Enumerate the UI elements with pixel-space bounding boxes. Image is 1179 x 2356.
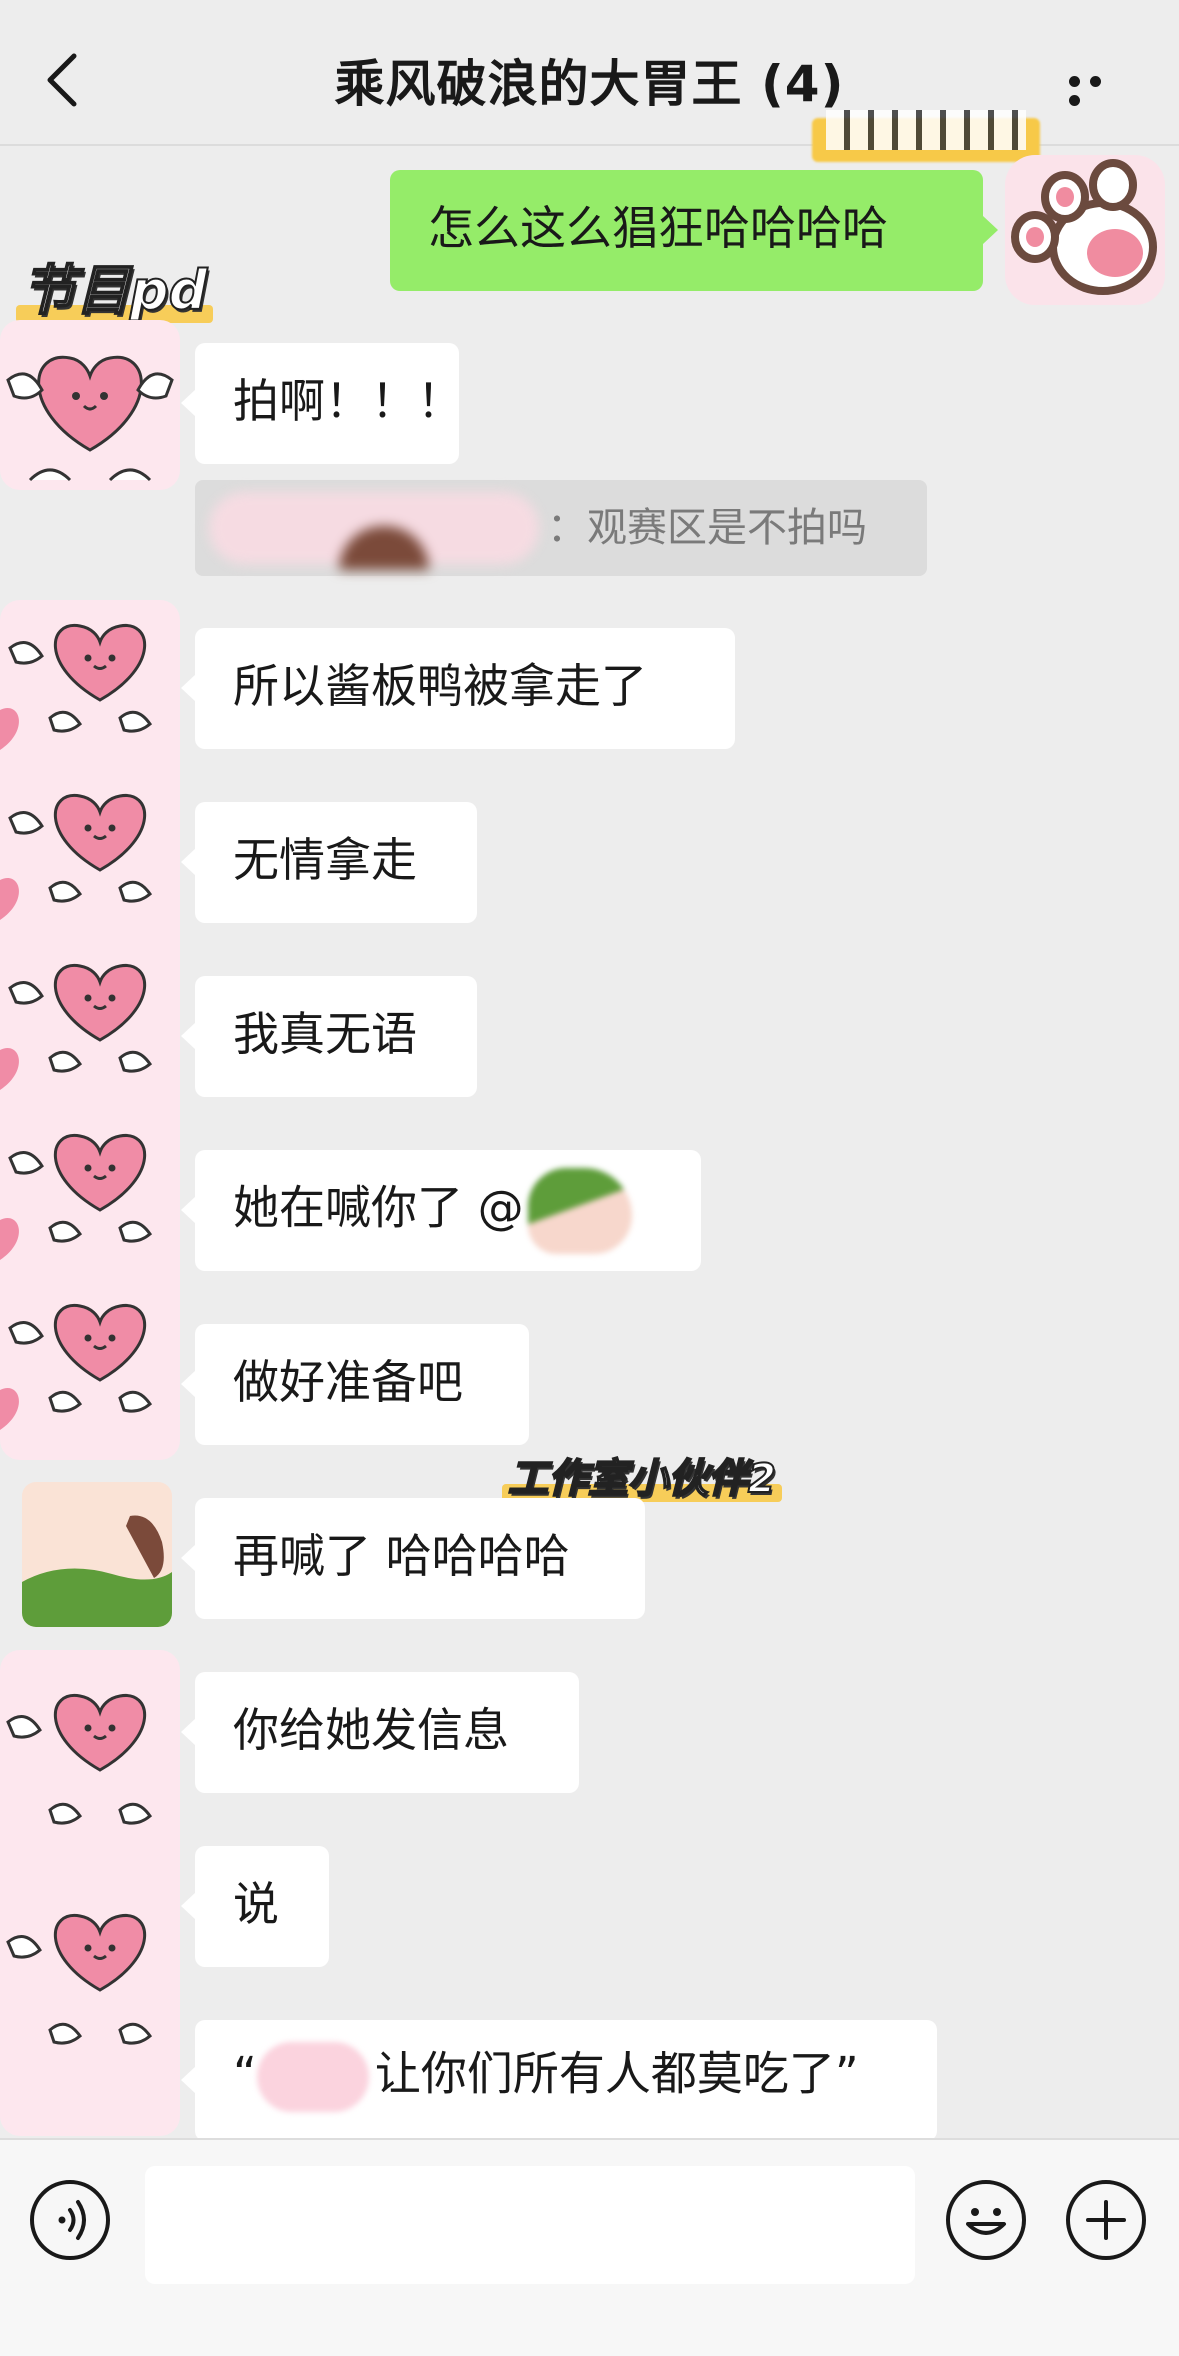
incoming-message[interactable]: 我真无语: [181, 976, 477, 1097]
chat-title: 乘风破浪的大胃王 (4): [334, 55, 845, 113]
quoted-reply[interactable]: ：观赛区是不拍吗: [195, 480, 927, 576]
sender-avatar-strip[interactable]: [0, 600, 180, 1460]
more-icon[interactable]: [1069, 72, 1129, 106]
message-text: 再喊了 哈哈哈哈: [233, 1529, 570, 1583]
emoji-icon[interactable]: [946, 2180, 1026, 2260]
pd-avatar[interactable]: [0, 320, 180, 490]
quoted-reply-text: ：观赛区是不拍吗: [547, 505, 867, 551]
incoming-message[interactable]: 说: [181, 1846, 329, 1967]
incoming-message[interactable]: 无情拿走: [181, 802, 477, 923]
my-avatar[interactable]: [1005, 155, 1165, 305]
message-text: 无情拿走: [233, 833, 417, 887]
message-input[interactable]: [145, 2166, 915, 2284]
message-text-open-quote: “: [233, 2046, 257, 2101]
message-text: 让你们所有人都莫吃了”: [374, 2046, 859, 2101]
sticker-label-partner-text: 工作室小伙伴2: [507, 1455, 777, 1503]
message-text: 所以酱板鸭被拿走了: [233, 659, 647, 713]
sticker-label-pd-text: 节目pd: [21, 258, 208, 323]
message-text: 我真无语: [233, 1007, 417, 1061]
outgoing-message[interactable]: 怎么这么猖狂哈哈哈哈: [390, 170, 998, 291]
blurred-name-sticker-text: [826, 110, 1026, 150]
voice-waves-icon: [58, 2200, 86, 2240]
incoming-message[interactable]: 再喊了 哈哈哈哈: [181, 1498, 645, 1619]
outgoing-message-text: 怎么这么猖狂哈哈哈哈: [428, 201, 888, 255]
plus-icon[interactable]: [1066, 2180, 1146, 2260]
incoming-message[interactable]: 所以酱板鸭被拿走了: [181, 628, 735, 749]
message-text: 拍啊！！！: [233, 374, 463, 428]
partner-avatar[interactable]: [22, 1482, 172, 1627]
mentioned-user-blur: [527, 1168, 632, 1254]
message-text: 你给她发信息: [233, 1703, 509, 1757]
incoming-message[interactable]: 她在喊你了 @: [181, 1150, 701, 1271]
incoming-message[interactable]: 你给她发信息: [181, 1672, 579, 1793]
message-text: 做好准备吧: [233, 1355, 463, 1409]
paw-icon: [1011, 159, 1157, 295]
heart-pattern-icon: [6, 1694, 153, 2045]
blurred-name-inline: [256, 2042, 369, 2112]
winged-heart-icon: [6, 355, 174, 482]
input-bar: [0, 2138, 1179, 2356]
plus-sign-icon: [1086, 2200, 1126, 2240]
sender-avatar-strip-2[interactable]: [0, 1650, 180, 2136]
sticker-label-pd: 节目pd: [16, 246, 214, 325]
incoming-message[interactable]: 拍啊！！！: [181, 343, 463, 464]
message-text: 说: [233, 1877, 279, 1931]
matcha-avatar-icon: [22, 1515, 172, 1627]
quoted-sender-blur: [209, 492, 539, 570]
smile-face-icon: [966, 2208, 1006, 2235]
sticker-label-partner: 工作室小伙伴2: [502, 1446, 782, 1504]
heart-pattern-icon: [0, 624, 153, 1432]
message-text: 她在喊你了 @: [233, 1180, 524, 1235]
voice-icon[interactable]: [30, 2180, 110, 2260]
incoming-message[interactable]: “ 让你们所有人都莫吃了”: [181, 2020, 937, 2141]
incoming-message[interactable]: 做好准备吧: [181, 1324, 529, 1445]
